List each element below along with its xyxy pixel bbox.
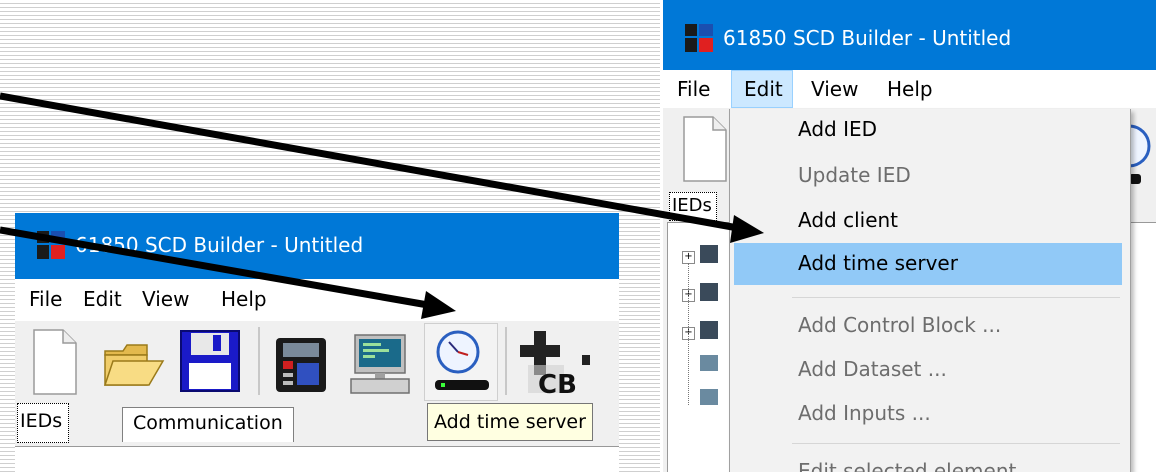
tab-ieds[interactable]: IEDs xyxy=(669,192,717,221)
app-logo-icon xyxy=(37,231,67,261)
svg-text:CB: CB xyxy=(538,370,577,397)
time-server-icon xyxy=(435,330,489,390)
menu-file[interactable]: File xyxy=(29,287,62,311)
left-menu-bar: File Edit View Help xyxy=(15,279,619,321)
window-title: 61850 SCD Builder - Untitled xyxy=(75,233,364,257)
menu-file[interactable]: File xyxy=(677,77,710,101)
app-logo-icon xyxy=(685,24,715,54)
time-server-icon[interactable] xyxy=(1129,122,1156,192)
menu-item-edit-selected-element[interactable]: Edit selected element xyxy=(730,451,1124,472)
new-file-icon[interactable] xyxy=(33,329,77,395)
right-title-bar[interactable]: 61850 SCD Builder - Untitled xyxy=(663,0,1156,70)
left-title-bar[interactable]: 61850 SCD Builder - Untitled xyxy=(15,213,619,279)
menu-item-add-time-server[interactable]: Add time server xyxy=(734,243,1122,285)
menu-help[interactable]: Help xyxy=(221,287,267,311)
tree-node-icon xyxy=(700,321,718,339)
tooltip-add-time-server: Add time server xyxy=(427,403,593,441)
new-file-icon[interactable] xyxy=(683,116,727,182)
menu-view[interactable]: View xyxy=(142,287,189,311)
menu-edit-open[interactable]: Edit xyxy=(731,70,793,108)
menu-item-update-ied[interactable]: Update IED xyxy=(730,155,1124,197)
tab-communication[interactable]: Communication xyxy=(122,407,294,442)
tree-node-icon xyxy=(700,283,718,301)
left-toolbar: CB xyxy=(15,321,619,401)
tree-node-icon xyxy=(700,389,718,405)
tab-ieds[interactable]: IEDs xyxy=(17,403,70,443)
menu-item-add-ied[interactable]: Add IED xyxy=(730,109,1124,151)
tree-line xyxy=(688,263,689,405)
window-title: 61850 SCD Builder - Untitled xyxy=(723,26,1012,50)
time-server-button[interactable] xyxy=(424,323,498,401)
tab-content-area xyxy=(15,446,619,472)
toolbar-separator xyxy=(258,327,260,395)
menu-item-add-inputs[interactable]: Add Inputs ... xyxy=(730,393,1124,435)
menu-help[interactable]: Help xyxy=(887,77,933,101)
ied-icon[interactable] xyxy=(275,337,327,393)
menu-item-add-dataset[interactable]: Add Dataset ... xyxy=(730,349,1124,391)
edit-dropdown-menu: Add IED Update IED Add client Add time s… xyxy=(729,109,1131,472)
menu-item-add-control-block[interactable]: Add Control Block ... xyxy=(730,305,1124,347)
add-control-block-icon[interactable]: CB xyxy=(520,331,590,397)
menu-view[interactable]: View xyxy=(811,77,858,101)
right-menu-bar: File Edit View Help xyxy=(663,70,1156,108)
menu-edit[interactable]: Edit xyxy=(83,287,122,311)
tree-node-icon xyxy=(700,355,718,371)
left-app-window: 61850 SCD Builder - Untitled File Edit V… xyxy=(15,213,619,472)
tree-node-icon xyxy=(700,245,718,263)
menu-item-add-client[interactable]: Add client xyxy=(730,200,1124,242)
menu-separator xyxy=(792,443,1120,444)
client-computer-icon[interactable] xyxy=(349,333,411,395)
toolbar-separator xyxy=(505,327,507,395)
menu-edit-label: Edit xyxy=(744,77,783,101)
save-icon[interactable] xyxy=(179,329,241,393)
open-folder-icon[interactable] xyxy=(103,343,165,387)
menu-separator xyxy=(792,297,1120,298)
